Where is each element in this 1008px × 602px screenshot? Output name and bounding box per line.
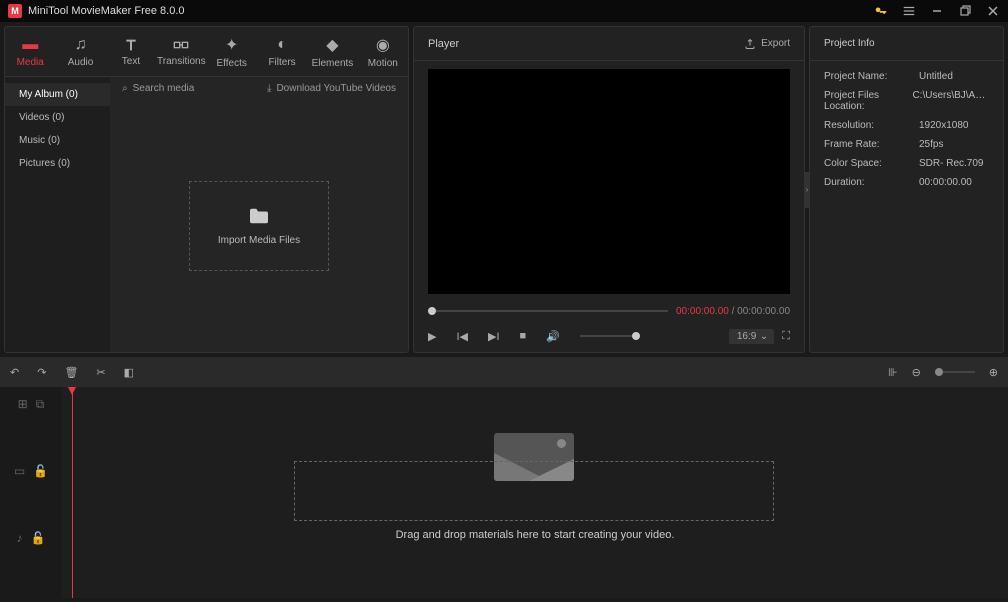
tab-effects[interactable]: ✦Effects — [207, 27, 257, 76]
volume-icon[interactable]: 🔊 — [546, 330, 560, 343]
tab-filters[interactable]: ◐Filters — [257, 27, 307, 76]
tab-elements[interactable]: ◆Elements — [307, 27, 357, 76]
info-row-colorspace: Color Space:SDR- Rec.709 — [824, 154, 989, 173]
info-row-resolution: Resolution:1920x1080 — [824, 116, 989, 135]
tab-transitions[interactable]: Transitions — [156, 27, 206, 76]
export-button[interactable]: Export — [744, 38, 790, 50]
sidebar-item-pictures[interactable]: Pictures (0) — [5, 152, 110, 175]
folder-icon: ▬ — [22, 36, 38, 54]
minimize-button[interactable] — [930, 4, 944, 18]
redo-button[interactable]: ↷ — [37, 366, 46, 379]
next-frame-button[interactable]: ▶I — [488, 330, 500, 343]
media-sidebar: My Album (0) Videos (0) Music (0) Pictur… — [5, 77, 110, 352]
info-title: Project Info — [810, 27, 1003, 61]
effects-icon: ✦ — [225, 35, 238, 55]
video-preview[interactable] — [428, 69, 790, 294]
crop-button[interactable]: ◧ — [124, 366, 134, 379]
undo-button[interactable]: ↶ — [10, 366, 19, 379]
timecode: 00:00:00.00 / 00:00:00.00 — [676, 306, 790, 317]
tab-audio[interactable]: ♫Audio — [55, 27, 105, 76]
text-icon — [123, 37, 139, 53]
folder-icon — [248, 207, 270, 225]
playhead[interactable] — [72, 387, 73, 598]
player-title: Player — [428, 38, 459, 50]
info-row-duration: Duration:00:00:00.00 — [824, 173, 989, 192]
music-note-icon: ♫ — [75, 36, 87, 54]
download-youtube-button[interactable]: ⤓ Download YouTube Videos — [267, 83, 396, 94]
sidebar-item-music[interactable]: Music (0) — [5, 129, 110, 152]
timeline-mode-icon[interactable]: ⊪ — [888, 366, 898, 379]
filters-icon: ◐ — [277, 36, 287, 54]
track-header-video: ▭ 🔓 — [0, 421, 62, 521]
timeline-tracks[interactable]: Drag and drop materials here to start cr… — [62, 387, 1008, 598]
app-title: MiniTool MovieMaker Free 8.0.0 — [28, 5, 185, 17]
import-media-button[interactable]: Import Media Files — [189, 181, 329, 271]
main-tabs: ▬Media ♫Audio Text Transitions ✦Effects … — [5, 27, 408, 77]
collapse-info-button[interactable]: › — [804, 172, 810, 208]
export-icon — [744, 38, 756, 50]
track-header-audio: ♪ 🔓 — [0, 521, 62, 555]
sidebar-item-videos[interactable]: Videos (0) — [5, 106, 110, 129]
search-input[interactable]: ⌕ Search media — [122, 83, 194, 94]
transitions-icon — [173, 37, 189, 53]
info-row-project-name: Project Name:Untitled — [824, 67, 989, 86]
seek-slider[interactable] — [428, 310, 668, 312]
titlebar: M MiniTool MovieMaker Free 8.0.0 — [0, 0, 1008, 22]
app-logo: M — [8, 4, 22, 18]
fullscreen-button[interactable]: ⛶ — [782, 330, 790, 343]
chevron-down-icon: ⌄ — [760, 331, 768, 342]
project-info-panel: › Project Info Project Name:Untitled Pro… — [809, 26, 1004, 353]
tab-motion[interactable]: ◉Motion — [358, 27, 408, 76]
media-panel: ▬Media ♫Audio Text Transitions ✦Effects … — [4, 26, 409, 353]
layer-copy-icon[interactable]: ⧉ — [36, 397, 45, 412]
drop-zone[interactable] — [294, 461, 774, 521]
elements-icon: ◆ — [326, 35, 338, 55]
aspect-ratio-select[interactable]: 16:9⌄ — [729, 329, 774, 344]
timeline-panel: ↶ ↷ 🗑 ✂ ◧ ⊪ ⊖ ⊕ ⊞ ⧉ ▭ 🔓 ♪ 🔓 — [0, 357, 1008, 598]
prev-frame-button[interactable]: I◀ — [456, 330, 468, 343]
delete-button[interactable]: 🗑 — [64, 366, 78, 379]
play-button[interactable]: ▶ — [428, 330, 436, 343]
sidebar-item-myalbum[interactable]: My Album (0) — [5, 83, 110, 106]
tab-media[interactable]: ▬Media — [5, 27, 55, 76]
menu-icon[interactable] — [902, 4, 916, 18]
tab-text[interactable]: Text — [106, 27, 156, 76]
zoom-slider[interactable] — [935, 371, 975, 373]
close-button[interactable] — [986, 4, 1000, 18]
lock-icon[interactable]: 🔓 — [31, 531, 46, 545]
player-panel: Player Export 00:00:00.00 / 00:00:00.00 … — [413, 26, 805, 353]
audio-track-icon: ♪ — [17, 531, 23, 545]
info-row-framerate: Frame Rate:25fps — [824, 135, 989, 154]
license-key-icon[interactable] — [874, 4, 888, 18]
search-icon: ⌕ — [122, 83, 128, 94]
track-headers: ⊞ ⧉ ▭ 🔓 ♪ 🔓 — [0, 387, 62, 598]
motion-icon: ◉ — [376, 35, 390, 55]
maximize-button[interactable] — [958, 4, 972, 18]
layer-add-icon[interactable]: ⊞ — [18, 397, 28, 411]
track-header-layers: ⊞ ⧉ — [0, 387, 62, 421]
zoom-out-button[interactable]: ⊖ — [912, 366, 921, 379]
volume-slider[interactable] — [580, 335, 640, 337]
video-track-icon: ▭ — [14, 464, 25, 478]
lock-icon[interactable]: 🔓 — [33, 464, 48, 478]
split-button[interactable]: ✂ — [96, 366, 105, 379]
stop-button[interactable]: ■ — [520, 330, 527, 342]
info-row-location: Project Files Location:C:\Users\BJ\App..… — [824, 86, 989, 116]
drop-hint: Drag and drop materials here to start cr… — [62, 529, 1008, 541]
zoom-in-button[interactable]: ⊕ — [989, 366, 998, 379]
download-icon: ⤓ — [267, 83, 271, 94]
